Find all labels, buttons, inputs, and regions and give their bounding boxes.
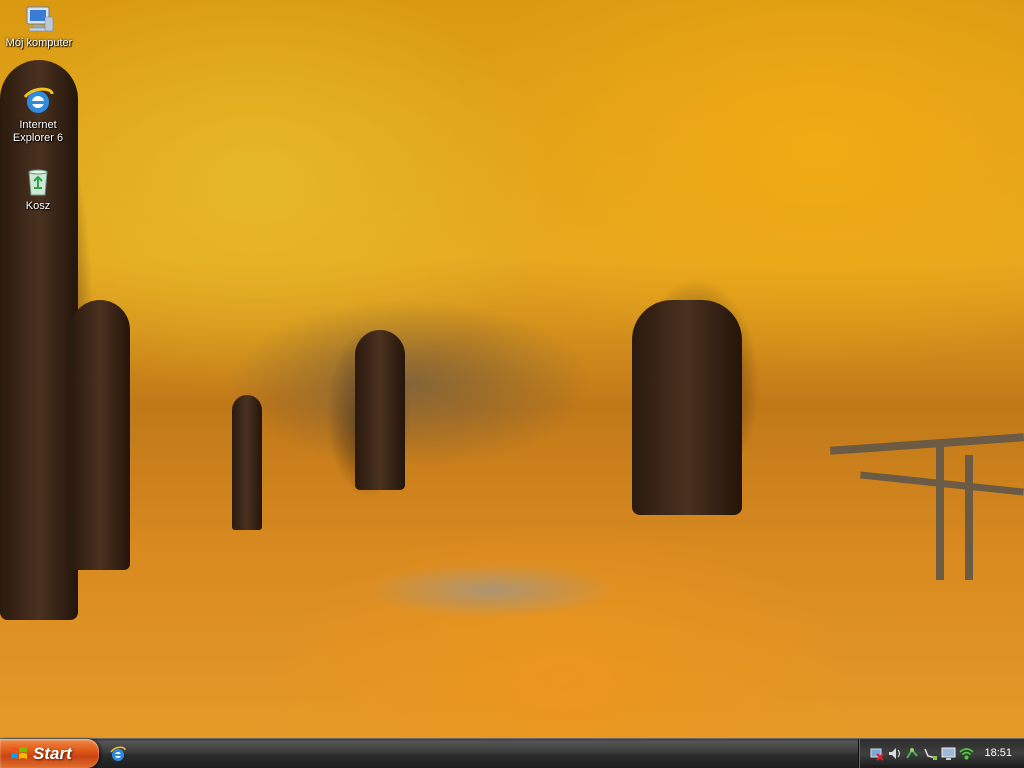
- quick-launch-internet-explorer[interactable]: [108, 744, 128, 764]
- audio-icon[interactable]: [887, 746, 902, 761]
- desktop-icon-internet-explorer[interactable]: Internet Explorer 6: [0, 85, 76, 145]
- wallpaper-tree-trunk: [70, 300, 130, 570]
- clock[interactable]: 18:51: [984, 739, 1012, 768]
- network-error-icon[interactable]: [869, 746, 884, 761]
- recycle-bin-icon: [28, 169, 48, 196]
- taskbar: Start 18:51: [0, 738, 1024, 768]
- desktop-icon-my-computer[interactable]: Mój komputer: [1, 3, 77, 50]
- system-tray: 18:51: [858, 739, 1024, 768]
- wallpaper-fence: [936, 445, 944, 580]
- desktop-icon-label: Kosz: [25, 200, 51, 212]
- desktop-icon-recycle-bin[interactable]: Kosz: [0, 166, 76, 213]
- network-icon[interactable]: [923, 746, 938, 761]
- quick-launch-bar: [108, 744, 128, 764]
- start-label: Start: [33, 743, 72, 763]
- windows-logo-icon: [11, 746, 27, 759]
- desktop[interactable]: Mój komputer Internet Explorer 6 Kosz: [0, 0, 1024, 738]
- monitor-icon[interactable]: [941, 746, 956, 761]
- wallpaper-tree-trunk: [232, 395, 262, 530]
- desktop-icon-label: Internet Explorer 6: [12, 119, 64, 144]
- start-button[interactable]: Start: [0, 739, 99, 768]
- desktop-icon-label: Mój komputer: [5, 37, 73, 49]
- wireless-icon[interactable]: [959, 746, 974, 761]
- wallpaper-fence: [965, 455, 973, 580]
- internet-explorer-icon: [23, 87, 54, 113]
- connection-icon[interactable]: [905, 746, 920, 761]
- wallpaper-tree-trunk: [355, 330, 405, 490]
- wallpaper-tree-trunk: [632, 300, 742, 515]
- wallpaper-fence: [829, 433, 1024, 455]
- my-computer-icon: [26, 6, 54, 32]
- internet-explorer-icon: [110, 746, 126, 761]
